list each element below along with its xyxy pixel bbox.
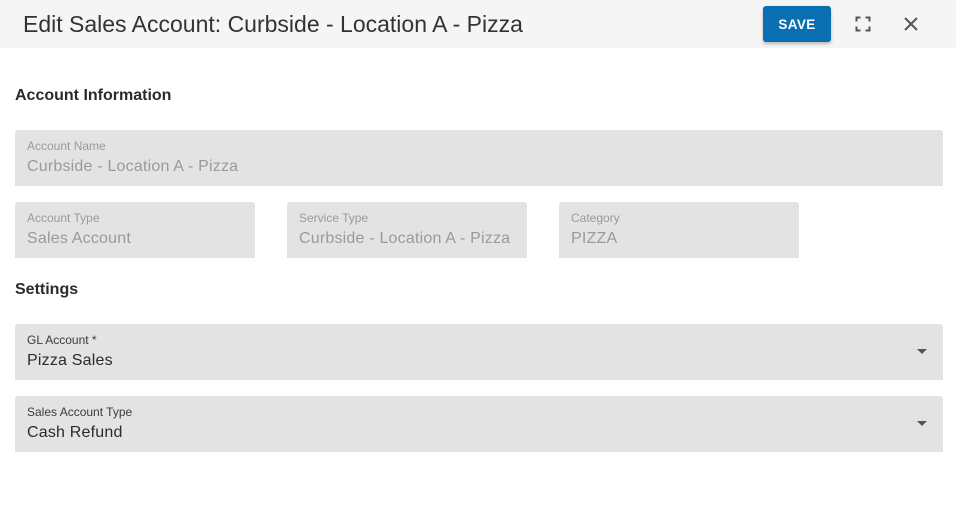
sales-account-type-value: Cash Refund [27, 424, 123, 441]
account-name-label: Account Name [27, 139, 106, 153]
fullscreen-icon [855, 16, 871, 32]
close-button[interactable] [897, 10, 925, 38]
account-type-field: Account Type Sales Account [15, 202, 255, 258]
dialog-title: Edit Sales Account: Curbside - Location … [23, 11, 523, 37]
save-button[interactable]: SAVE [763, 6, 831, 42]
sales-account-type-select[interactable]: Sales Account Type Cash Refund [15, 396, 943, 452]
gl-account-value: Pizza Sales [27, 352, 113, 369]
gl-account-label: GL Account * [27, 333, 97, 347]
dialog-header: Edit Sales Account: Curbside - Location … [0, 0, 956, 48]
service-type-value: Curbside - Location A - Pizza [299, 230, 511, 247]
close-icon [904, 17, 918, 31]
service-type-field: Service Type Curbside - Location A - Piz… [287, 202, 527, 258]
category-label: Category [571, 211, 620, 225]
account-name-field: Account Name Curbside - Location A - Piz… [15, 130, 943, 186]
account-name-value: Curbside - Location A - Pizza [27, 158, 239, 175]
gl-account-select[interactable]: GL Account * Pizza Sales [15, 324, 943, 380]
fullscreen-button[interactable] [849, 10, 877, 38]
service-type-label: Service Type [299, 211, 369, 225]
category-field: Category PIZZA [559, 202, 799, 258]
account-type-label: Account Type [27, 211, 100, 225]
account-information-heading: Account Information [15, 87, 172, 104]
sales-account-type-label: Sales Account Type [27, 405, 133, 419]
dropdown-arrow-icon[interactable] [917, 349, 927, 354]
account-type-value: Sales Account [27, 230, 131, 247]
settings-heading: Settings [15, 281, 79, 298]
dropdown-arrow-icon[interactable] [917, 421, 927, 426]
category-value: PIZZA [571, 230, 618, 247]
